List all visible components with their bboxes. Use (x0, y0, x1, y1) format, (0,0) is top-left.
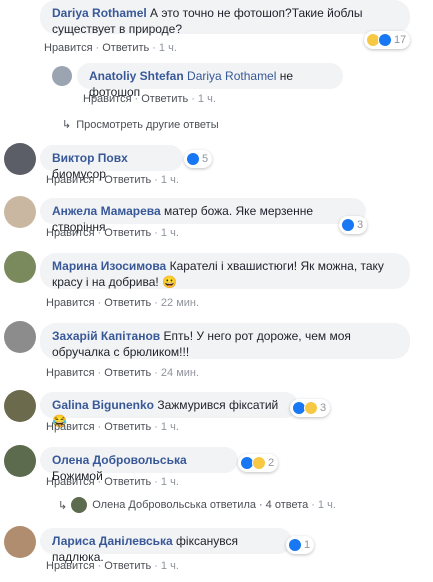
reply-link[interactable]: Ответить (104, 367, 151, 379)
avatar[interactable] (52, 66, 72, 86)
reaction-summary[interactable]: 2 (238, 454, 279, 472)
mention-link[interactable]: Dariya Rothamel (187, 69, 276, 83)
reply-bubble: Anatoliy Shtefan Dariya Rothamel не фото… (77, 63, 343, 99)
comment-time[interactable]: 22 мин. (161, 297, 199, 309)
like-link[interactable]: Нравится (46, 421, 95, 433)
comment-actions: Нравится · Ответить · 1 ч. (46, 560, 179, 572)
comment-actions: Нравится · Ответить · 1 ч. (46, 174, 179, 186)
comment-time[interactable]: 1 ч. (161, 421, 179, 433)
like-link[interactable]: Нравится (46, 476, 95, 488)
comment-bubble: Galina Bigunenko Зажмурився фіксатий 😂 (40, 392, 298, 428)
comment-bubble: Анжела Мамарева матер божа. Яке мерзенне… (40, 198, 366, 234)
comment-author[interactable]: Виктор Повх (52, 151, 128, 165)
comment-author[interactable]: Лариса Данілевська (52, 534, 173, 548)
comment-bubble: Олена Добровольська Божимой (40, 447, 238, 483)
comment-time[interactable]: 1 ч. (161, 174, 179, 186)
reaction-count: 3 (320, 402, 327, 414)
comment-author[interactable]: Анжела Мамарева (52, 204, 161, 218)
reply-arrow-icon: ↳ (58, 499, 68, 512)
reaction-summary[interactable]: 5 (184, 150, 213, 168)
like-link[interactable]: Нравится (83, 93, 132, 105)
avatar[interactable] (4, 196, 36, 228)
view-more-replies-link[interactable]: ↳ Просмотреть другие ответы (62, 118, 219, 131)
comment-actions: Нравится · Ответить · 1 ч. (83, 93, 216, 105)
reaction-summary[interactable]: 1 (286, 536, 315, 554)
comment-bubble: Dariya Rothamel А это точно не фотошоп?Т… (40, 0, 410, 36)
comment-time[interactable]: 1 ч. (161, 227, 179, 239)
avatar[interactable] (4, 251, 36, 283)
comment-bubble: Виктор Повх биомусор (40, 145, 183, 181)
reply-link[interactable]: Ответить (141, 93, 188, 105)
reaction-count: 2 (268, 457, 275, 469)
reaction-summary[interactable]: 3 (290, 399, 331, 417)
reaction-count: 1 (304, 539, 311, 551)
like-link[interactable]: Нравится (46, 227, 95, 239)
comment-bubble: Захарій Капітанов Епть! У него рот дорож… (40, 323, 410, 359)
reply-link[interactable]: Ответить (104, 560, 151, 572)
avatar (71, 497, 88, 513)
like-link[interactable]: Нравится (46, 367, 95, 379)
reaction-summary[interactable]: 3 (339, 216, 368, 234)
comment-time[interactable]: 1 ч. (161, 560, 179, 572)
comment-time[interactable]: 1 ч. (198, 93, 216, 105)
reply-link[interactable]: Ответить (104, 421, 151, 433)
comment-actions: Нравится · Ответить · 1 ч. (46, 227, 179, 239)
reply-link[interactable]: Ответить (104, 174, 151, 186)
like-reaction-icon (378, 33, 392, 47)
comment-author[interactable]: Galina Bigunenko (52, 398, 154, 412)
reply-link[interactable]: Ответить (104, 476, 151, 488)
like-link[interactable]: Нравится (46, 560, 95, 572)
avatar[interactable] (4, 321, 36, 353)
haha-reaction-icon (252, 456, 266, 470)
comment-time[interactable]: 1 ч. (159, 42, 177, 54)
comment-bubble: Марина Изосимова Карателі і хвашистюги! … (40, 253, 410, 289)
reply-link[interactable]: Ответить (104, 297, 151, 309)
reply-link[interactable]: Ответить (104, 227, 151, 239)
comment-time[interactable]: 1 ч. (161, 476, 179, 488)
reply-link[interactable]: Ответить (102, 42, 149, 54)
like-link[interactable]: Нравится (46, 297, 95, 309)
comment-actions: Нравится · Ответить · 22 мин. (46, 297, 200, 309)
comment-author[interactable]: Захарій Капітанов (52, 329, 160, 343)
reaction-count: 5 (202, 153, 209, 165)
like-reaction-icon (341, 218, 355, 232)
reaction-count: 17 (394, 34, 407, 46)
comment-bubble: Лариса Данілевська фіксанувся падлюка. (40, 528, 292, 564)
reply-summary-link[interactable]: ↳ Олена Добровольська ответила · 4 ответа ·… (58, 497, 336, 513)
reply-arrow-icon: ↳ (62, 119, 72, 131)
comment-author[interactable]: Dariya Rothamel (52, 6, 147, 20)
like-link[interactable]: Нравится (46, 174, 95, 186)
like-reaction-icon (288, 538, 302, 552)
reaction-summary[interactable]: 17 (364, 31, 411, 49)
comment-actions: Нравится · Ответить · 1 ч. (46, 476, 179, 488)
avatar[interactable] (4, 143, 36, 175)
haha-reaction-icon (304, 401, 318, 415)
avatar[interactable] (4, 390, 36, 422)
reaction-count: 3 (357, 219, 364, 231)
comment-actions: Нравится · Ответить · 1 ч. (46, 421, 179, 433)
comment-author[interactable]: Олена Добровольська (52, 453, 187, 467)
comment-author[interactable]: Марина Изосимова (52, 259, 166, 273)
like-reaction-icon (186, 152, 200, 166)
comment-actions: Нравится · Ответить · 24 мин. (46, 367, 200, 379)
comment-author[interactable]: Anatoliy Shtefan (89, 69, 184, 83)
avatar[interactable] (4, 526, 36, 558)
like-link[interactable]: Нравится (44, 42, 93, 54)
comment-time[interactable]: 24 мин. (161, 367, 199, 379)
avatar[interactable] (4, 445, 36, 477)
comment-actions: Нравится · Ответить · 1 ч. (44, 42, 177, 54)
